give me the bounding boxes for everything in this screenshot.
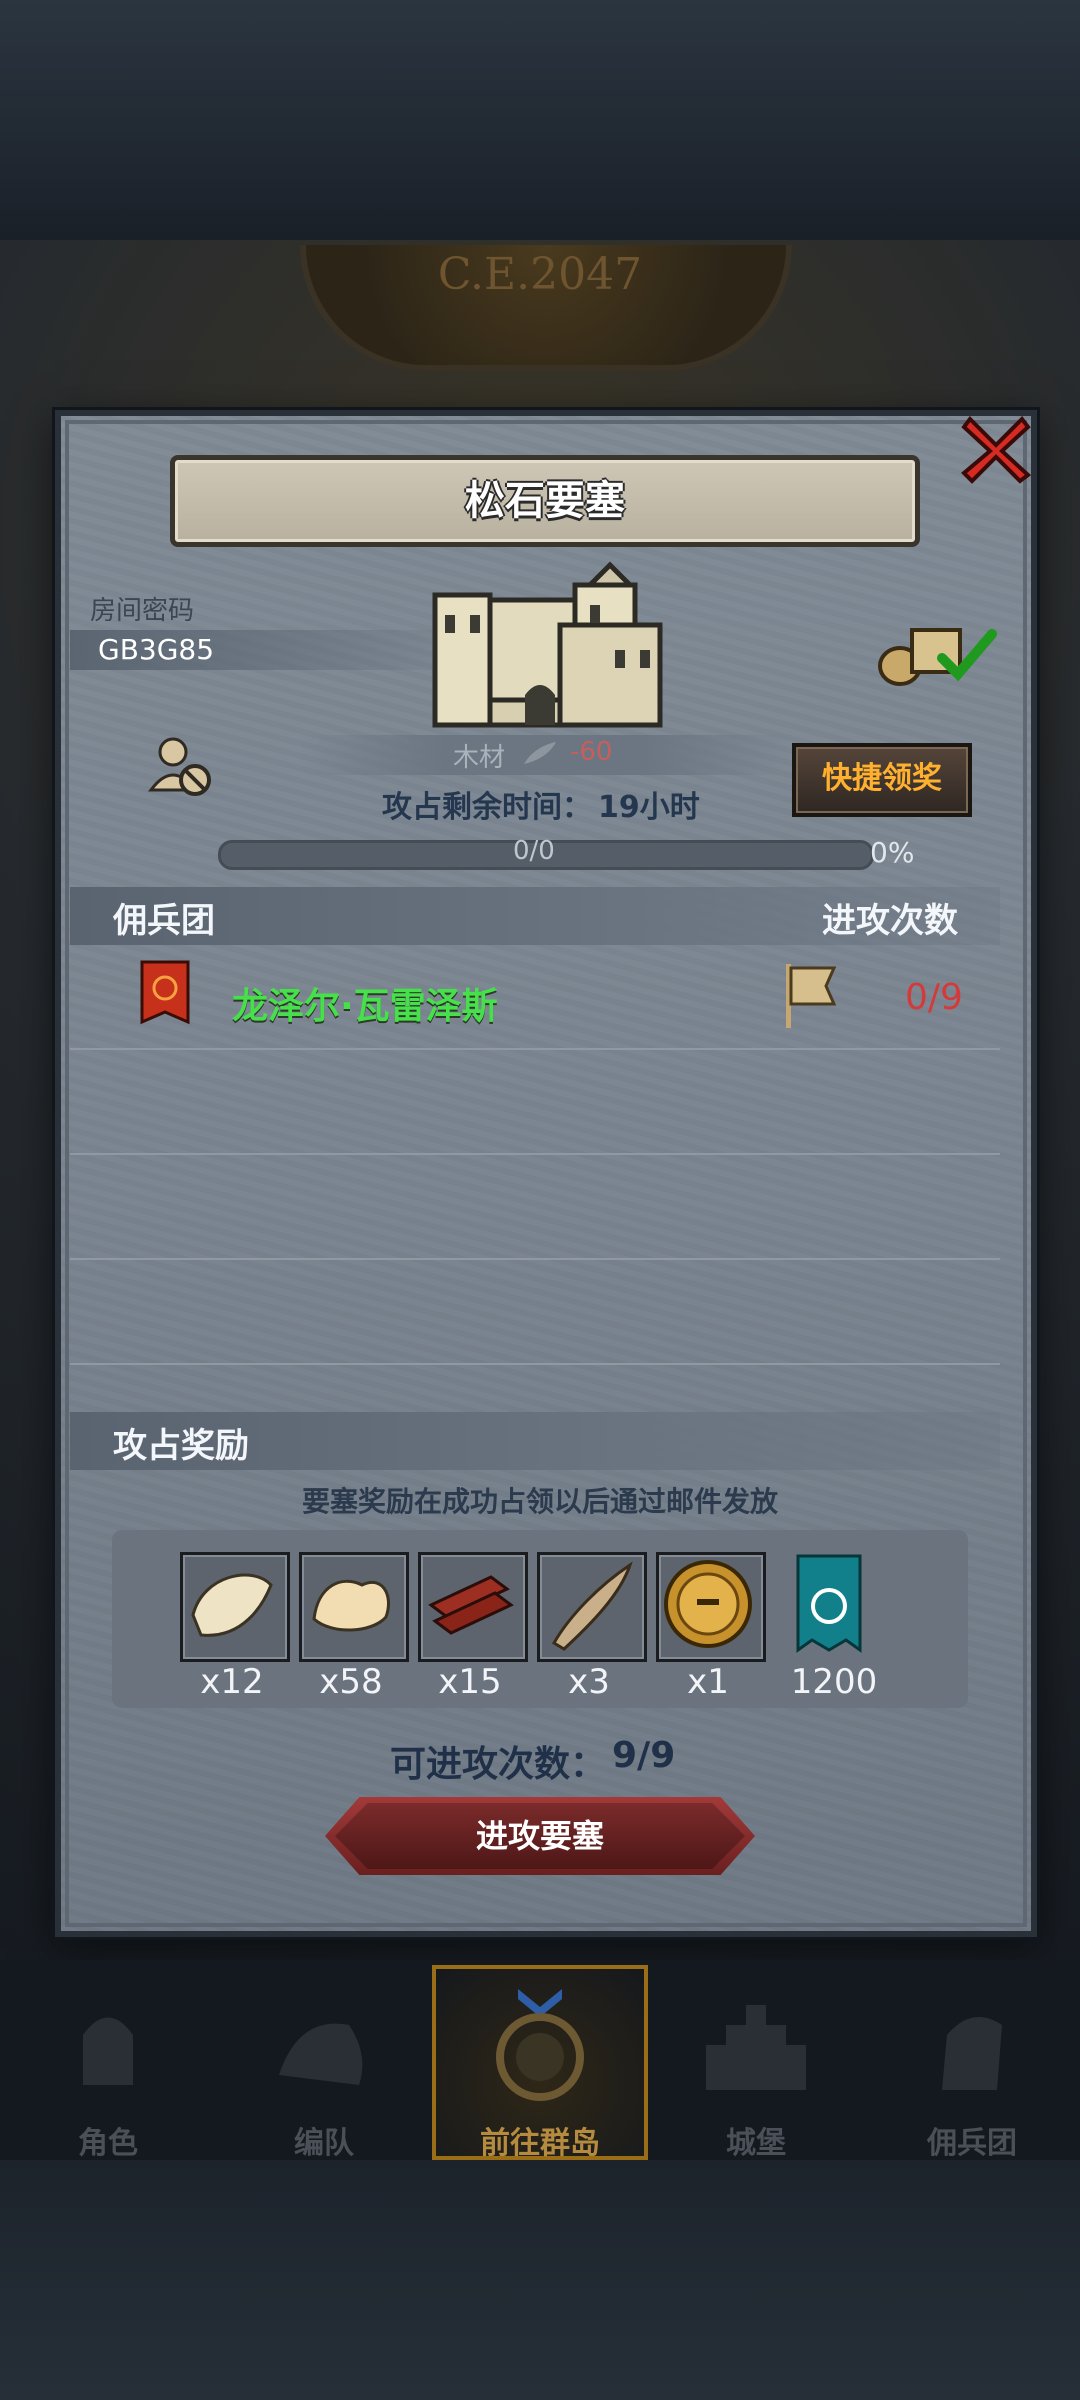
bottom-background <box>0 2160 1080 2400</box>
time-remaining-label: 攻占剩余时间： <box>382 790 592 825</box>
reward-item[interactable] <box>180 1552 290 1662</box>
helmet-icon <box>216 1990 432 2100</box>
row-divider <box>70 1363 1000 1365</box>
flag-icon <box>786 964 837 1028</box>
reward-item[interactable] <box>299 1552 409 1662</box>
attack-count-header: 进攻次数 <box>822 901 958 941</box>
attack-count-label: 可进攻次数： <box>390 1744 607 1785</box>
reward-item[interactable] <box>656 1552 766 1662</box>
reward-item[interactable] <box>537 1552 647 1662</box>
quick-claim-button[interactable]: 快捷领奖 <box>792 743 972 817</box>
nav-role-label: 角色 <box>78 2126 138 2161</box>
reward-count: 1200 <box>790 1662 878 1702</box>
compass-icon <box>432 1989 648 2101</box>
attack-count-value: 9/9 <box>612 1735 676 1776</box>
fortress-icon <box>432 561 663 728</box>
reward-count: x15 <box>438 1662 502 1702</box>
attack-fortress-button[interactable]: 进攻要塞 <box>325 1797 755 1875</box>
horn-icon <box>551 1561 633 1651</box>
reward-count: x58 <box>319 1662 383 1702</box>
reward-count: x1 <box>687 1662 729 1702</box>
fist-icon <box>864 1990 1080 2100</box>
knight-icon <box>0 1990 216 2100</box>
row-divider <box>70 1153 1000 1155</box>
nav-mercenary-label: 佣兵团 <box>927 2126 1017 2161</box>
progress-text: 0/0 <box>513 836 555 866</box>
time-remaining-value: 19小时 <box>598 790 700 825</box>
reward-count: x12 <box>200 1662 264 1702</box>
reward-item[interactable] <box>418 1552 528 1662</box>
era-label: C.E.2047 <box>437 249 643 300</box>
gold-helmet-medal-icon <box>664 1560 752 1648</box>
mercenary-header: 佣兵团 <box>113 901 215 941</box>
feather-icon <box>524 742 556 764</box>
mercenary-name[interactable]: 龙泽尔·瓦雷泽斯 <box>232 977 498 1029</box>
castle-icon <box>648 1990 864 2100</box>
mercenary-attack-count: 0/9 <box>905 977 963 1018</box>
progress-percent: 0% <box>870 836 915 869</box>
modal-title: 松石要塞 <box>465 478 625 524</box>
rewards-claimed-icon[interactable] <box>872 618 1002 688</box>
row-divider <box>70 1048 1000 1050</box>
row-divider <box>70 1258 1000 1260</box>
reward-count: x3 <box>568 1662 610 1702</box>
rewards-header: 攻占奖励 <box>113 1426 249 1466</box>
room-code[interactable]: GB3G85 <box>98 633 214 666</box>
resource-delta: -60 <box>570 737 613 767</box>
nav-castle-label: 城堡 <box>726 2126 786 2161</box>
close-icon <box>961 415 1032 484</box>
teal-banner-icon <box>796 1554 862 1653</box>
mercenary-banner-icon <box>140 960 190 1025</box>
room-password-label: 房间密码 <box>90 596 195 626</box>
top-background <box>0 0 1080 240</box>
resource-name: 木材 <box>453 743 506 773</box>
nav-islands-label: 前往群岛 <box>480 2126 600 2161</box>
nav-formation-label: 编队 <box>294 2126 354 2161</box>
reward-note: 要塞奖励在成功占领以后通过邮件发放 <box>301 1485 778 1518</box>
fur-pelt-icon <box>191 1573 273 1637</box>
reward-item[interactable] <box>780 1552 884 1656</box>
wood-planks-icon <box>428 1575 514 1635</box>
wool-icon <box>312 1579 390 1632</box>
close-button[interactable] <box>952 405 1040 493</box>
no-entry-person-icon <box>148 737 211 796</box>
